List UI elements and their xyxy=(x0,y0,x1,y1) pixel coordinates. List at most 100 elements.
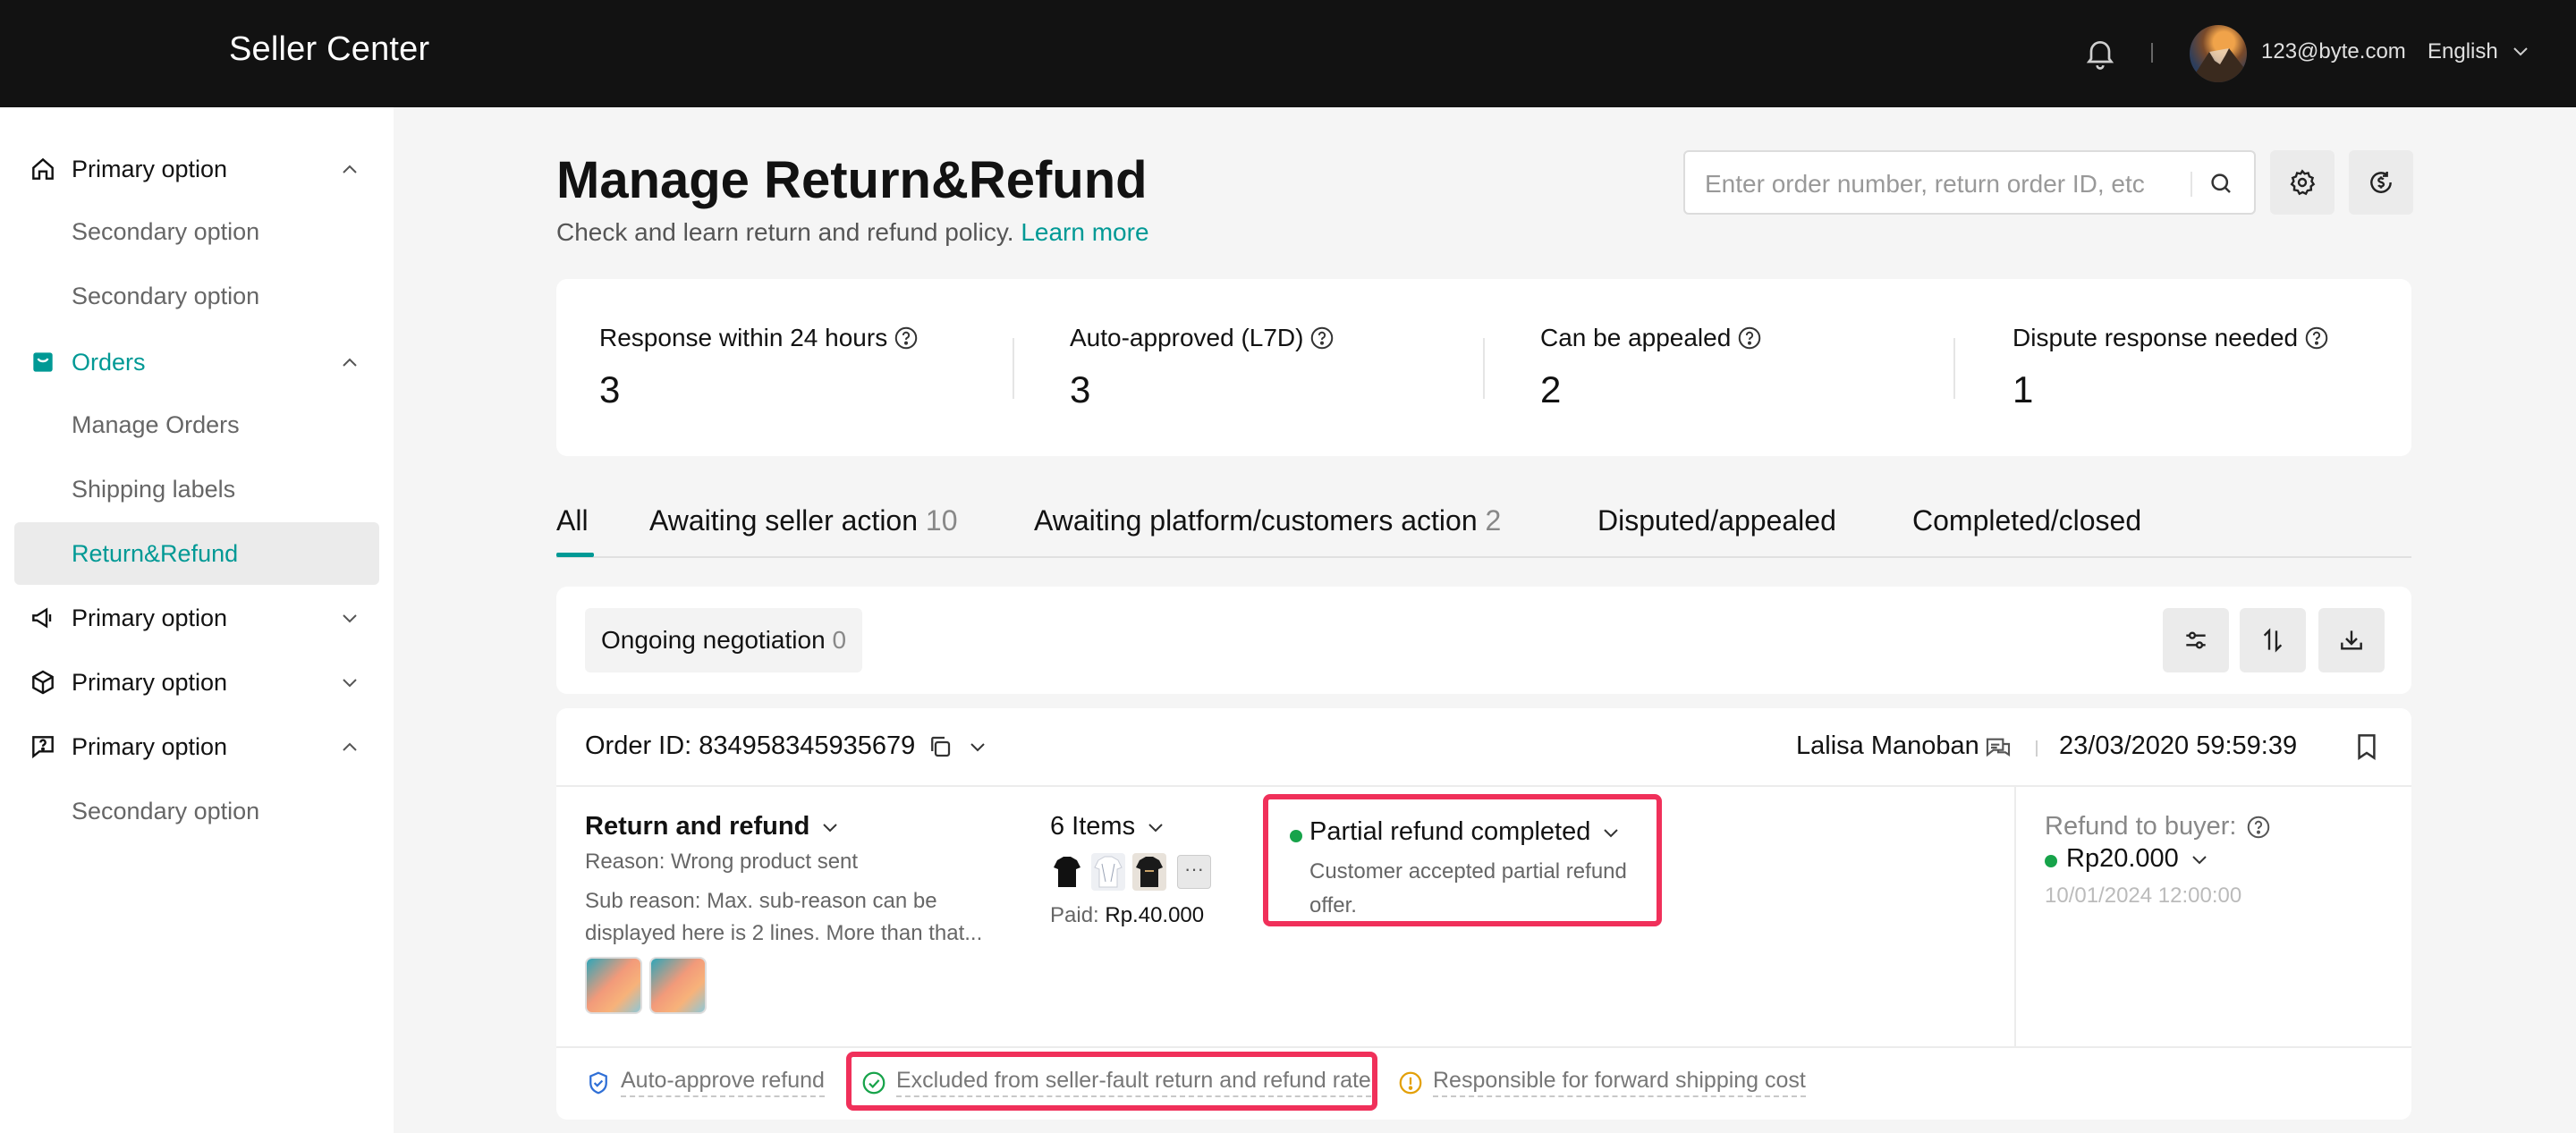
stat-response-24h[interactable]: Response within 24 hours 3 xyxy=(599,324,919,411)
search-icon[interactable] xyxy=(2207,170,2234,197)
flag-forward-shipping[interactable]: Responsible for forward shipping cost xyxy=(1397,1068,1806,1097)
brand-title[interactable]: Seller Center xyxy=(229,30,429,69)
help-icon[interactable] xyxy=(1309,325,1335,351)
sidebar-item-secondary-3[interactable]: Secondary option xyxy=(14,780,379,842)
chevron-up-icon[interactable] xyxy=(340,356,360,368)
sort-icon xyxy=(2263,628,2283,653)
stat-value: 3 xyxy=(599,368,621,410)
chevron-down-icon[interactable] xyxy=(2190,853,2209,866)
sidebar-item-manage-orders[interactable]: Manage Orders xyxy=(14,393,379,456)
refund-amount-dropdown[interactable]: Rp20.000 xyxy=(2066,844,2209,874)
mountain-photo xyxy=(2190,48,2247,82)
sidebar-item-shipping-labels[interactable]: Shipping labels xyxy=(14,458,379,520)
sidebar-item-secondary-1[interactable]: Secondary option xyxy=(14,200,379,263)
sort-button[interactable] xyxy=(2240,608,2306,672)
sidebar-item-primary-3[interactable]: Primary option xyxy=(14,651,379,714)
stat-divider xyxy=(1483,338,1485,399)
sidebar-item-primary-1[interactable]: Primary option xyxy=(14,138,379,200)
help-icon[interactable] xyxy=(2303,325,2330,351)
tab-all[interactable]: All xyxy=(556,504,589,537)
chevron-down-icon[interactable] xyxy=(1601,826,1621,839)
order-card: Order ID: 834958345935679 Lalisa Manoban… xyxy=(556,708,2411,1120)
language-selector[interactable]: English xyxy=(2428,39,2498,64)
stat-dispute-response[interactable]: Dispute response needed 1 xyxy=(2012,324,2330,411)
top-bar: Seller Center 123@byte.com English xyxy=(0,0,2576,107)
avatar[interactable] xyxy=(2190,25,2247,82)
status-dot xyxy=(1290,830,1302,842)
gear-icon xyxy=(2290,169,2316,196)
megaphone-icon xyxy=(32,607,52,629)
chevron-up-icon[interactable] xyxy=(340,740,360,753)
more-items-button[interactable]: ··· xyxy=(1177,855,1211,889)
paid-value: Rp.40.000 xyxy=(1105,903,1205,927)
ongoing-negotiation-chip[interactable]: Ongoing negotiation 0 xyxy=(585,608,863,672)
sidebar-item-orders[interactable]: Orders xyxy=(14,331,379,393)
chevron-down-icon[interactable] xyxy=(820,821,840,833)
sidebar-item-label: Secondary option xyxy=(72,282,260,309)
filter-button[interactable] xyxy=(2163,608,2229,672)
product-thumbnail[interactable] xyxy=(1132,853,1166,891)
search-field[interactable]: Enter order number, return order ID, etc xyxy=(1683,150,2256,215)
tabs-divider xyxy=(556,556,2411,558)
sidebar-item-label: Primary option xyxy=(72,604,228,631)
copy-icon[interactable] xyxy=(927,733,953,760)
tab-completed[interactable]: Completed/closed xyxy=(1912,504,2141,537)
user-email[interactable]: 123@byte.com xyxy=(2261,39,2406,64)
download-icon xyxy=(2341,630,2362,650)
return-sub-reason: Sub reason: Max. sub-reason can be displ… xyxy=(585,889,983,945)
chevron-down-icon[interactable] xyxy=(340,676,360,689)
items-dropdown[interactable]: 6 Items xyxy=(1050,812,1165,841)
buyer-name[interactable]: Lalisa Manoban xyxy=(1796,731,1979,761)
sidebar-item-label: Secondary option xyxy=(72,217,260,245)
chevron-up-icon[interactable] xyxy=(340,163,360,175)
flag-excluded-rate[interactable]: Excluded from seller-fault return and re… xyxy=(860,1068,1371,1097)
tab-awaiting-seller[interactable]: Awaiting seller action 10 xyxy=(649,504,958,537)
orders-icon xyxy=(33,352,53,372)
paid-label: Paid: xyxy=(1050,903,1099,927)
chevron-down-icon[interactable] xyxy=(340,612,360,624)
refund-label: Refund to buyer: xyxy=(2045,812,2272,841)
chevron-down-icon[interactable] xyxy=(2512,45,2529,57)
help-icon[interactable] xyxy=(2245,814,2272,841)
sidebar-item-primary-2[interactable]: Primary option xyxy=(14,587,379,649)
items-count: 6 Items xyxy=(1050,812,1136,841)
learn-more-link[interactable]: Learn more xyxy=(1021,218,1148,246)
evidence-image[interactable] xyxy=(585,957,642,1014)
sidebar-item-secondary-2[interactable]: Secondary option xyxy=(14,265,379,327)
sliders-icon xyxy=(2186,631,2206,649)
check-circle-icon xyxy=(862,1071,886,1094)
product-thumbnail[interactable] xyxy=(1091,853,1125,891)
sidebar-item-primary-4[interactable]: Primary option xyxy=(14,715,379,778)
stat-value: 3 xyxy=(1070,368,1091,410)
sidebar-item-return-refund[interactable]: Return&Refund xyxy=(14,522,379,585)
chevron-down-icon[interactable] xyxy=(968,740,987,753)
tab-label: Awaiting seller action xyxy=(649,504,919,537)
sidebar: Primary option Secondary option Secondar… xyxy=(0,107,394,1133)
tab-awaiting-platform[interactable]: Awaiting platform/customers action 2 xyxy=(1034,504,1501,537)
settings-button[interactable] xyxy=(2270,150,2334,215)
stats-card: Response within 24 hours 3 Auto-approved… xyxy=(556,279,2411,456)
chat-icon[interactable] xyxy=(1984,733,2012,762)
status-description: Customer accepted partial refund offer. xyxy=(1309,859,1627,917)
help-icon[interactable] xyxy=(893,325,919,351)
product-thumbnail[interactable] xyxy=(1050,853,1084,891)
help-icon[interactable] xyxy=(1736,325,1763,351)
bookmark-icon[interactable] xyxy=(2354,731,2379,762)
stat-auto-approved[interactable]: Auto-approved (L7D) 3 xyxy=(1070,324,1335,411)
flag-auto-approve[interactable]: Auto-approve refund xyxy=(585,1068,825,1097)
search-input[interactable]: Enter order number, return order ID, etc xyxy=(1705,170,2145,199)
return-type[interactable]: Return and refund xyxy=(585,812,840,841)
export-button[interactable] xyxy=(2318,608,2385,672)
sidebar-item-label: Orders xyxy=(72,348,146,376)
refund-policy-button[interactable] xyxy=(2349,150,2413,215)
status-dropdown[interactable]: Partial refund completed xyxy=(1309,817,1621,847)
evidence-image[interactable] xyxy=(649,957,707,1014)
chip-label: Ongoing negotiation xyxy=(601,626,826,654)
tab-disputed[interactable]: Disputed/appealed xyxy=(1597,504,1836,537)
refund-label-text: Refund to buyer: xyxy=(2045,812,2237,841)
warning-circle-icon xyxy=(1399,1071,1422,1094)
search-divider xyxy=(2190,172,2192,197)
stat-can-be-appealed[interactable]: Can be appealed 2 xyxy=(1540,324,1763,411)
bell-icon[interactable] xyxy=(2082,34,2118,72)
chevron-down-icon[interactable] xyxy=(1146,821,1165,833)
